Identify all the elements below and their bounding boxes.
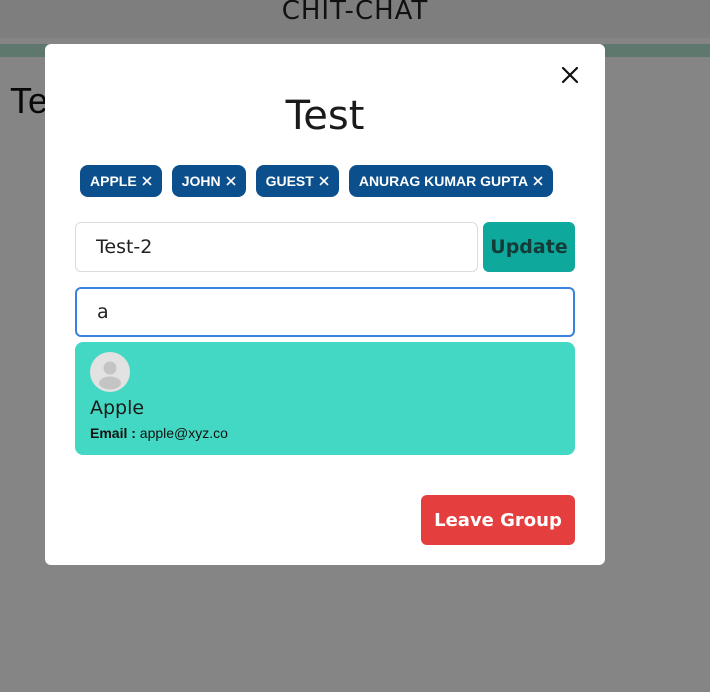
remove-member-icon[interactable] [317,174,331,188]
update-button[interactable]: Update [483,222,575,272]
member-chip-guest: GUEST [255,165,339,197]
member-chip-label: ANURAG KUMAR GUPTA [358,173,529,189]
user-email: apple@xyz.co [139,425,228,441]
user-icon [99,361,121,390]
member-chip-john: JOHN [171,165,246,197]
remove-member-icon[interactable] [224,174,238,188]
add-user-search-input[interactable] [75,287,575,337]
avatar [90,352,130,392]
group-name-input[interactable] [75,222,478,272]
member-chip-anurag: ANURAG KUMAR GUPTA [348,165,554,197]
update-group-modal: Test APPLE JOHN GUEST ANURAG KUMAR GUPTA… [45,44,605,565]
member-chip-label: APPLE [90,173,137,189]
modal-title: Test [285,93,365,139]
member-chip-label: GUEST [265,173,314,189]
email-label: Email : [90,425,136,441]
user-name: Apple [90,397,145,419]
member-chip-apple: APPLE [80,165,162,197]
user-email-row: Email : apple@xyz.co [90,425,228,441]
close-button[interactable] [557,62,583,88]
user-result-item[interactable]: Apple Email : apple@xyz.co [75,342,575,455]
leave-group-button[interactable]: Leave Group [421,495,575,545]
close-icon [561,66,579,84]
member-chip-label: JOHN [181,173,221,189]
remove-member-icon[interactable] [140,174,154,188]
remove-member-icon[interactable] [531,174,545,188]
member-chips: APPLE JOHN GUEST ANURAG KUMAR GUPTA [80,165,554,197]
